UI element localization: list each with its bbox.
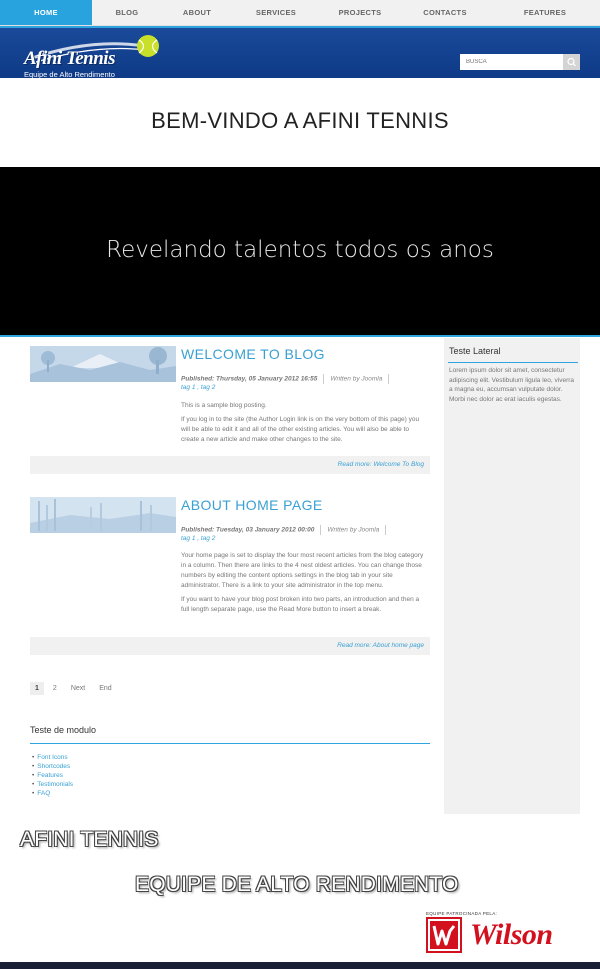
sponsor-caption: EQUIPE PATROCINADA PELA: bbox=[426, 911, 498, 916]
article-paragraph: If you want to have your blog post broke… bbox=[181, 596, 420, 613]
logo-text: Afini Tennis bbox=[24, 48, 115, 69]
wilson-logo-icon bbox=[426, 917, 462, 953]
module-link-list: Font Icons Shortcodes Features Testimoni… bbox=[32, 753, 73, 798]
article-body: Your home page is set to display the fou… bbox=[181, 551, 427, 619]
module-link-faq[interactable]: FAQ bbox=[32, 789, 73, 798]
article-tags[interactable]: tag 1 , tag 2 bbox=[181, 535, 215, 542]
search-input[interactable] bbox=[460, 54, 563, 70]
module-link-testimonials[interactable]: Testimonials bbox=[32, 780, 73, 789]
nav-item-home[interactable]: HOME bbox=[0, 0, 92, 25]
search-icon bbox=[567, 57, 576, 67]
logo-subtitle: Equipe de Alto Rendimento bbox=[24, 70, 115, 79]
module-title: Teste de modulo bbox=[30, 725, 97, 735]
article-tags[interactable]: tag 1 , tag 2 bbox=[181, 384, 215, 391]
article-meta: Published: Tuesday, 03 January 2012 00:0… bbox=[181, 525, 392, 535]
page-title: BEM-VINDO A AFINI TENNIS bbox=[151, 108, 449, 133]
hero-text: Revelando talentos todos os anos bbox=[106, 237, 494, 263]
article-image bbox=[30, 346, 176, 382]
bottom-bar bbox=[0, 962, 600, 969]
module-link-shortcodes[interactable]: Shortcodes bbox=[32, 762, 73, 771]
search-button[interactable] bbox=[563, 54, 580, 70]
sidebar-divider bbox=[448, 362, 578, 363]
hero-banner: Revelando talentos todos os anos bbox=[0, 167, 600, 337]
sponsor-name: Wilson bbox=[470, 918, 553, 951]
readmore-link[interactable]: Read more: Welcome To Blog bbox=[30, 456, 430, 474]
sidebar-text: Lorem ipsum dolor sit amet, consectetur … bbox=[449, 367, 575, 403]
module-link-font-icons[interactable]: Font Icons bbox=[32, 753, 73, 762]
nav-item-about[interactable]: ABOUT bbox=[162, 0, 232, 25]
page-2[interactable]: 2 bbox=[48, 682, 62, 695]
footer-subtitle: EQUIPE DE ALTO RENDIMENTO bbox=[135, 873, 459, 896]
article-title[interactable]: WELCOME TO BLOG bbox=[181, 346, 325, 362]
published-date: Published: Thursday, 05 January 2012 16:… bbox=[181, 375, 318, 383]
article-meta: Published: Thursday, 05 January 2012 16:… bbox=[181, 374, 395, 384]
article-paragraph: This is a sample blog posting. bbox=[181, 402, 267, 409]
article-paragraph: Your home page is set to display the fou… bbox=[181, 552, 424, 589]
module-divider bbox=[30, 743, 430, 744]
sidebar-title: Teste Lateral bbox=[449, 346, 501, 356]
page-end[interactable]: End bbox=[94, 682, 116, 695]
article-image bbox=[30, 497, 176, 533]
top-navigation: HOME BLOG ABOUT SERVICES PROJECTS CONTAC… bbox=[0, 0, 600, 26]
readmore-link[interactable]: Read more: About home page bbox=[30, 637, 430, 655]
nav-item-blog[interactable]: BLOG bbox=[92, 0, 162, 25]
module-link-features[interactable]: Features bbox=[32, 771, 73, 780]
nav-item-contacts[interactable]: CONTACTS bbox=[400, 0, 490, 25]
published-date: Published: Tuesday, 03 January 2012 00:0… bbox=[181, 526, 315, 534]
footer-title: AFINI TENNIS bbox=[20, 828, 159, 851]
author: Written by Joomla bbox=[327, 526, 380, 534]
site-header: Afini Tennis Equipe de Alto Rendimento bbox=[0, 26, 600, 79]
pagination: 1 2 Next End bbox=[30, 682, 117, 695]
nav-item-projects[interactable]: PROJECTS bbox=[320, 0, 400, 25]
article-paragraph: If you log in to the site (the Author Lo… bbox=[181, 416, 420, 443]
author: Written by Joomla bbox=[330, 375, 383, 383]
nav-item-services[interactable]: SERVICES bbox=[232, 0, 320, 25]
page-1[interactable]: 1 bbox=[30, 682, 44, 695]
article-body: This is a sample blog posting. If you lo… bbox=[181, 401, 427, 449]
page-next[interactable]: Next bbox=[66, 682, 90, 695]
nav-item-features[interactable]: FEATURES bbox=[490, 0, 600, 25]
article-title[interactable]: ABOUT HOME PAGE bbox=[181, 497, 323, 513]
sidebar: Teste Lateral Lorem ipsum dolor sit amet… bbox=[444, 338, 580, 814]
site-logo[interactable]: Afini Tennis Equipe de Alto Rendimento bbox=[22, 32, 162, 79]
